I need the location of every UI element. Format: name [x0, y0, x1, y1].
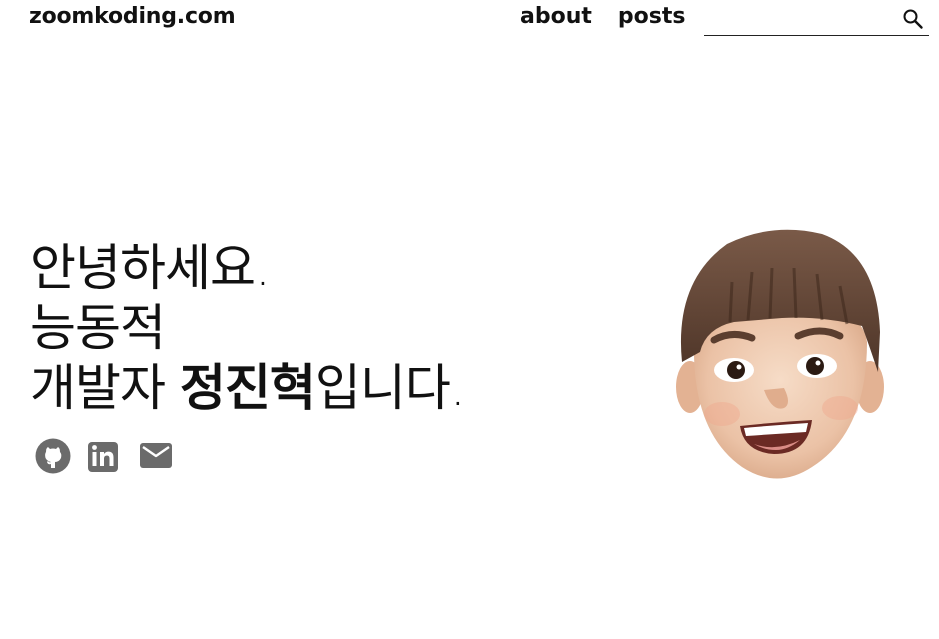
linkedin-link[interactable]	[87, 438, 121, 474]
search-input[interactable]	[704, 4, 902, 32]
social-links	[35, 438, 173, 474]
site-logo[interactable]: zoomkoding.com	[29, 4, 236, 29]
main-nav: about posts	[520, 4, 685, 29]
search-icon	[903, 9, 923, 29]
github-link[interactable]	[35, 438, 71, 474]
github-icon	[35, 438, 71, 474]
search-button[interactable]	[901, 7, 925, 31]
author-name: 정진혁	[179, 359, 316, 417]
linkedin-icon	[88, 442, 118, 472]
search-box	[704, 4, 929, 36]
profile-avatar	[676, 229, 884, 479]
email-icon	[140, 443, 172, 468]
intro-prefix: 개발자	[30, 359, 180, 417]
intro-suffix: 입니다.	[314, 359, 466, 417]
intro-line-name: 개발자 정진혁입니다.	[30, 358, 466, 418]
page: zoomkoding.com about posts 안녕하세요. 능동적 개발…	[0, 0, 939, 639]
email-link[interactable]	[139, 438, 173, 474]
nav-link-posts[interactable]: posts	[618, 4, 686, 29]
intro-line-trait: 능동적	[30, 299, 166, 357]
intro-line-greeting: 안녕하세요.	[30, 239, 271, 297]
intro-text: 안녕하세요. 능동적 개발자 정진혁입니다.	[30, 238, 466, 418]
nav-link-about[interactable]: about	[520, 4, 592, 29]
